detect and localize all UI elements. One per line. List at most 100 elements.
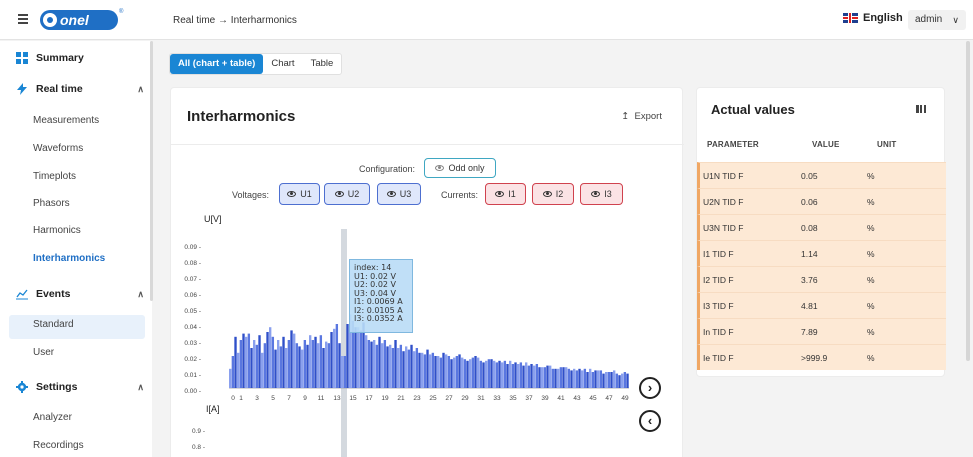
bar-u1-4[interactable] xyxy=(261,352,264,388)
bar-u3-37[interactable] xyxy=(530,364,533,388)
toggle-i1[interactable]: I1 xyxy=(485,183,526,205)
bar-u1-43[interactable] xyxy=(573,368,576,388)
bar-u3-21[interactable] xyxy=(402,351,405,388)
bar-u2-14[interactable] xyxy=(343,356,347,388)
bar-u2-2[interactable] xyxy=(247,333,251,388)
bar-u2-49[interactable] xyxy=(623,372,627,388)
bar-u2-17[interactable] xyxy=(367,340,371,388)
bar-u1-42[interactable] xyxy=(565,367,568,388)
bar-u1-47[interactable] xyxy=(605,372,608,388)
bar-u1-36[interactable] xyxy=(517,364,520,388)
bar-u3-26[interactable] xyxy=(442,352,445,388)
bar-u3-18[interactable] xyxy=(378,336,381,388)
bar-u3-23[interactable] xyxy=(418,352,421,388)
bar-u2-5[interactable] xyxy=(271,336,275,388)
next-page-button[interactable]: › xyxy=(639,377,661,399)
bar-u3-19[interactable] xyxy=(386,346,389,388)
bar-u3-42[interactable] xyxy=(570,370,573,388)
column-header-unit[interactable]: UNIT xyxy=(877,140,896,149)
column-header-value[interactable]: VALUE xyxy=(812,140,840,149)
bar-u1-25[interactable] xyxy=(429,354,432,388)
sidebar-section-settings[interactable]: Settings ∧ xyxy=(16,381,144,393)
bar-u3-13[interactable] xyxy=(338,343,341,388)
bar-u1-10[interactable] xyxy=(309,335,312,388)
bar-u1-19[interactable] xyxy=(381,343,384,388)
bar-u3-0[interactable] xyxy=(234,336,237,388)
bar-u1-26[interactable] xyxy=(437,356,440,388)
bar-u2-9[interactable] xyxy=(303,340,307,388)
bar-u3-36[interactable] xyxy=(522,365,525,388)
bar-u3-25[interactable] xyxy=(434,356,437,388)
bar-u1-0[interactable] xyxy=(229,368,232,388)
bar-u2-6[interactable] xyxy=(279,346,283,388)
bar-u3-46[interactable] xyxy=(602,373,605,388)
sidebar-item-standard[interactable]: Standard xyxy=(33,319,74,330)
bar-u1-45[interactable] xyxy=(589,368,592,388)
bar-u3-14[interactable] xyxy=(346,324,349,388)
bar-u3-44[interactable] xyxy=(586,372,589,388)
bar-u1-21[interactable] xyxy=(397,348,400,388)
bar-u1-27[interactable] xyxy=(445,354,448,388)
bar-u1-24[interactable] xyxy=(421,352,424,388)
bar-u2-36[interactable] xyxy=(519,362,523,388)
bar-u2-47[interactable] xyxy=(607,372,611,388)
bar-u1-20[interactable] xyxy=(389,344,392,388)
bar-u3-39[interactable] xyxy=(546,365,549,388)
bar-u3-15[interactable] xyxy=(354,327,357,388)
bar-u2-35[interactable] xyxy=(511,364,515,388)
bar-u1-40[interactable] xyxy=(549,365,552,388)
bar-u1-5[interactable] xyxy=(269,327,272,388)
odd-only-toggle[interactable]: Odd only xyxy=(424,158,496,178)
bar-u2-45[interactable] xyxy=(591,372,595,388)
bar-u1-30[interactable] xyxy=(469,359,472,388)
bar-u1-18[interactable] xyxy=(373,340,376,388)
bar-u2-24[interactable] xyxy=(423,354,427,388)
bar-u1-23[interactable] xyxy=(413,351,416,388)
bar-u2-19[interactable] xyxy=(383,340,387,388)
bar-u3-40[interactable] xyxy=(554,368,557,388)
bar-u3-30[interactable] xyxy=(474,356,477,388)
sidebar-item-timeplots[interactable]: Timeplots xyxy=(33,171,76,182)
bar-u2-18[interactable] xyxy=(375,344,379,388)
toggle-i2[interactable]: I2 xyxy=(532,183,574,205)
bar-u1-41[interactable] xyxy=(557,368,560,388)
bar-u1-38[interactable] xyxy=(533,365,536,388)
bar-u2-13[interactable] xyxy=(335,324,339,388)
bar-u3-28[interactable] xyxy=(458,354,461,388)
bar-u2-29[interactable] xyxy=(463,359,467,388)
bar-u3-9[interactable] xyxy=(306,344,309,388)
bar-u3-47[interactable] xyxy=(610,372,613,388)
bar-u1-35[interactable] xyxy=(509,360,512,388)
bar-u2-3[interactable] xyxy=(255,344,259,388)
bar-u3-43[interactable] xyxy=(578,368,581,388)
toggle-u1[interactable]: U1 xyxy=(279,183,320,205)
bar-u1-17[interactable] xyxy=(365,335,368,388)
voltage-bar-chart[interactable] xyxy=(229,240,629,392)
bar-u2-44[interactable] xyxy=(583,368,587,388)
bar-u2-23[interactable] xyxy=(415,348,419,388)
sidebar-item-waveforms[interactable]: Waveforms xyxy=(33,143,83,154)
bar-u2-26[interactable] xyxy=(439,357,443,388)
bar-u3-7[interactable] xyxy=(290,330,293,388)
language-selector[interactable]: English xyxy=(843,12,903,24)
sidebar-scrollbar[interactable] xyxy=(150,41,153,301)
bar-u3-31[interactable] xyxy=(482,362,485,388)
bar-u1-28[interactable] xyxy=(453,357,456,388)
bar-u2-12[interactable] xyxy=(327,343,331,388)
tab-all[interactable]: All (chart + table) xyxy=(170,54,264,74)
bar-u2-22[interactable] xyxy=(407,349,411,388)
bar-u2-48[interactable] xyxy=(615,373,619,388)
bar-u2-28[interactable] xyxy=(455,356,459,388)
bar-u3-6[interactable] xyxy=(282,336,285,388)
bar-u3-48[interactable] xyxy=(618,375,621,388)
bar-u1-9[interactable] xyxy=(301,349,304,388)
bar-u3-45[interactable] xyxy=(594,370,597,388)
bar-u1-22[interactable] xyxy=(405,346,408,388)
bar-u2-10[interactable] xyxy=(311,340,315,388)
bar-u1-31[interactable] xyxy=(477,357,480,388)
bar-u1-37[interactable] xyxy=(525,362,528,388)
bar-u3-49[interactable] xyxy=(626,373,629,388)
user-menu[interactable]: admin ∨ xyxy=(908,10,966,30)
bar-u1-12[interactable] xyxy=(325,341,328,388)
bar-u3-34[interactable] xyxy=(506,364,509,388)
